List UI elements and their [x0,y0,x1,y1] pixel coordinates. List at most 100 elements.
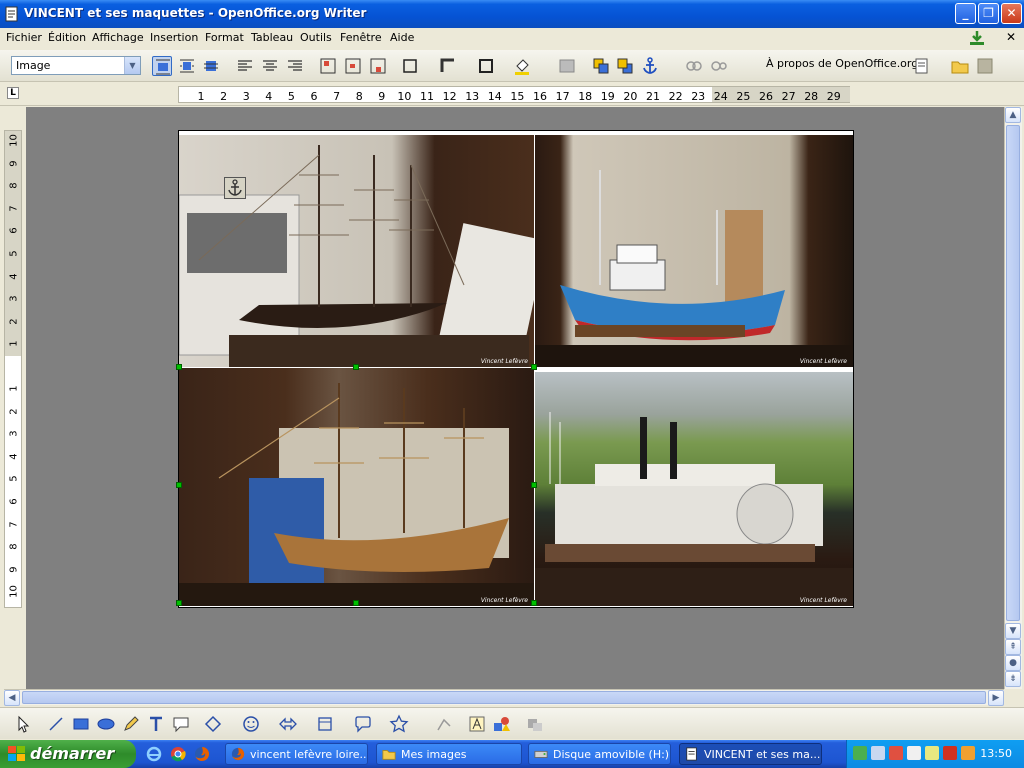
image-properties-button[interactable] [557,56,577,76]
callout-tool[interactable] [171,714,191,734]
unlink-frames-button[interactable] [709,56,729,76]
align-middle-button[interactable] [343,56,363,76]
restore-button[interactable]: ❐ [978,3,999,24]
menu-edition[interactable]: Édition [48,31,86,44]
wrap-parallel-button[interactable] [177,56,197,76]
line-style-button[interactable] [438,56,458,76]
internet-explorer-icon[interactable] [146,746,162,762]
menu-affichage[interactable]: Affichage [92,31,144,44]
update-icon[interactable] [961,746,975,760]
link-frames-button[interactable] [684,56,704,76]
freeform-tool[interactable] [121,714,141,734]
align-left-button[interactable] [235,56,255,76]
points-tool[interactable] [434,714,454,734]
resize-handle-top-right[interactable] [531,364,537,370]
messenger-icon[interactable] [925,746,939,760]
align-center-button[interactable] [260,56,280,76]
align-bottom-button[interactable] [368,56,388,76]
ellipse-tool[interactable] [96,714,116,734]
security-icon[interactable] [889,746,903,760]
anchor-icon[interactable] [224,177,246,199]
basic-shapes-tool[interactable] [203,714,223,734]
menu-aide[interactable]: Aide [390,31,414,44]
scroll-left-icon[interactable]: ◀ [4,690,20,706]
align-top-button[interactable] [318,56,338,76]
resize-handle-top-left[interactable] [176,364,182,370]
next-page-icon[interactable]: ⇟ [1005,671,1021,687]
safely-remove-icon[interactable] [907,746,921,760]
vertical-ruler[interactable]: 10 9 8 7 6 5 4 3 2 1 1 2 3 4 5 6 7 8 9 10 [4,130,22,608]
vertical-scrollbar[interactable]: ▲ ▼ ⇞ ● ⇟ [1004,107,1022,689]
callouts-tool[interactable] [353,714,373,734]
photo-wooden-galleon[interactable]: Vincent Lefèvre [179,368,534,606]
gallery-tool[interactable] [492,714,512,734]
horizontal-scrollbar[interactable]: ◀ ▶ [4,689,1004,706]
resize-handle-bottom-right[interactable] [531,600,537,606]
border-color-button[interactable] [476,56,496,76]
menu-outils[interactable]: Outils [300,31,332,44]
task-mes-images[interactable]: Mes images [376,743,522,765]
minimize-button[interactable]: _ [955,3,976,24]
vertical-scroll-thumb[interactable] [1006,125,1020,621]
save-button[interactable] [975,56,995,76]
send-to-back-button[interactable] [615,56,635,76]
horizontal-scroll-thumb[interactable] [22,691,986,704]
stars-tool[interactable] [389,714,409,734]
rectangle-tool[interactable] [71,714,91,734]
symbol-shapes-tool[interactable] [241,714,261,734]
borders-icon [403,59,417,73]
chrome-icon[interactable] [170,746,186,762]
task-firefox[interactable]: vincent lefèvre loire... [225,743,368,765]
resize-handle-bottom[interactable] [353,600,359,606]
document-stack-button[interactable] [912,56,932,76]
task-disque-amovible[interactable]: Disque amovible (H:) [528,743,671,765]
menu-format[interactable]: Format [205,31,244,44]
resize-handle-left[interactable] [176,482,182,488]
bring-to-front-button[interactable] [591,56,611,76]
resize-handle-bottom-left[interactable] [176,600,182,606]
menu-fenetre[interactable]: Fenêtre [340,31,382,44]
about-openoffice-button[interactable]: À propos de OpenOffice.org [766,57,918,70]
menu-tableau[interactable]: Tableau [251,31,293,44]
fontwork-tool[interactable] [467,714,487,734]
chevron-down-icon[interactable]: ▼ [124,57,140,74]
close-button[interactable]: ✕ [1001,3,1022,24]
wrap-through-button[interactable] [201,56,221,76]
resize-handle-right[interactable] [531,482,537,488]
align-right-button[interactable] [285,56,305,76]
photo-paddle-steamer[interactable]: Vincent Lefèvre [535,372,853,606]
tab-stop-selector[interactable]: L [7,87,19,99]
title-bar[interactable]: VINCENT et ses maquettes - OpenOffice.or… [0,0,1024,28]
task-writer[interactable]: VINCENT et ses ma... [679,743,822,765]
scroll-down-icon[interactable]: ▼ [1005,623,1021,639]
update-download-icon[interactable] [968,30,986,46]
start-button[interactable]: démarrer [0,740,136,768]
text-tool[interactable] [146,714,166,734]
background-color-button[interactable] [512,56,532,76]
style-select[interactable]: Image ▼ [11,56,141,75]
display-icon[interactable] [871,746,885,760]
firefox-icon[interactable] [194,746,210,762]
photo-fishing-boat[interactable]: Vincent Lefèvre [535,135,853,367]
previous-page-icon[interactable]: ⇞ [1005,639,1021,655]
network-icon[interactable] [853,746,867,760]
scroll-up-icon[interactable]: ▲ [1005,107,1021,123]
horizontal-ruler[interactable]: L 1 2 3 4 5 6 7 8 9 10 11 12 13 14 15 16 17 18 19 20 21 22 23 2… [0,84,1024,106]
block-arrows-tool[interactable] [278,714,298,734]
photo-three-masted-ship[interactable]: Vincent Lefèvre [179,135,534,367]
select-tool[interactable] [13,714,33,734]
resize-handle-top[interactable] [353,364,359,370]
borders-button[interactable] [400,56,420,76]
navigator-icon[interactable]: ● [1005,655,1021,671]
open-folder-button[interactable] [950,56,970,76]
menu-insertion[interactable]: Insertion [150,31,198,44]
line-tool[interactable] [46,714,66,734]
antivirus-icon[interactable] [943,746,957,760]
wrap-none-button[interactable] [152,56,172,76]
scroll-right-icon[interactable]: ▶ [988,690,1004,706]
close-document-icon[interactable]: ✕ [1006,30,1016,44]
anchor-button[interactable] [640,56,660,76]
extrusion-tool[interactable] [525,714,545,734]
flowchart-tool[interactable] [315,714,335,734]
menu-fichier[interactable]: Fichier [6,31,42,44]
